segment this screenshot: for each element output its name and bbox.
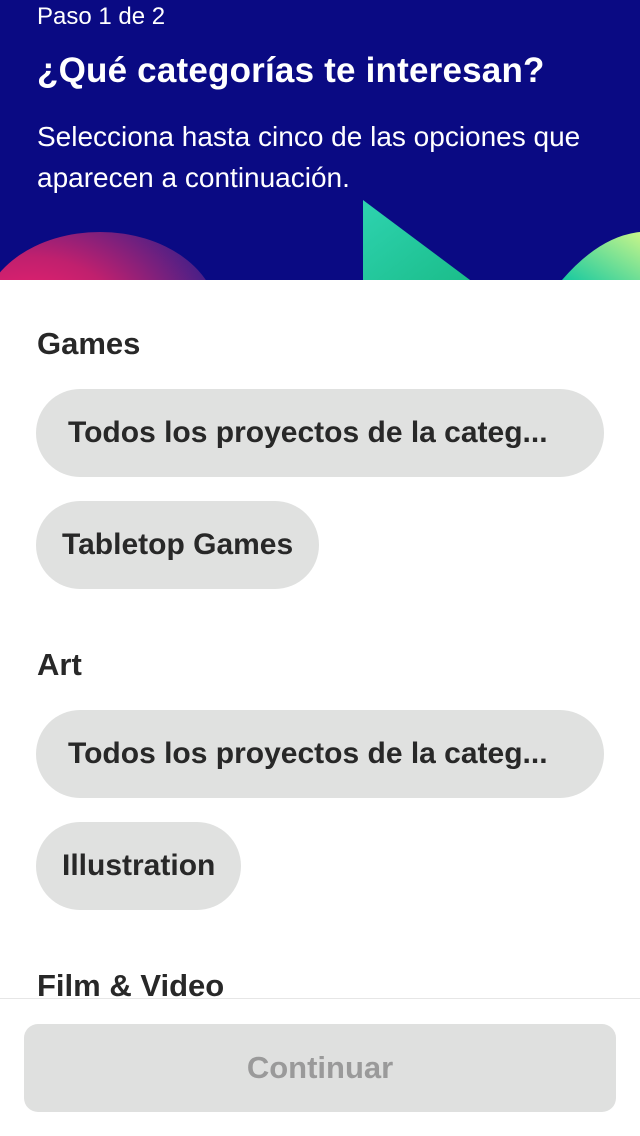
footer-bar: Continuar [0,998,640,1136]
chip-illustration[interactable]: Illustration [36,822,242,910]
page-title: ¿Qué categorías te interesan? [37,51,545,90]
section-heading-games: Games [37,326,141,361]
section-heading-film-video: Film & Video [37,968,225,998]
step-indicator: Paso 1 de 2 [37,3,166,30]
section-heading-art: Art [37,647,82,682]
header-banner: Paso 1 de 2 ¿Qué categorías te interesan… [0,0,640,280]
chip-art-all-projects[interactable]: Todos los proyectos de la categ... [36,710,604,798]
chip-tabletop-games[interactable]: Tabletop Games [36,501,320,589]
page-subtitle: Selecciona hasta cinco de las opciones q… [37,121,581,193]
continue-button[interactable]: Continuar [24,1024,616,1112]
category-list[interactable]: Games Todos los proyectos de la categ...… [0,280,640,998]
chip-games-all-projects[interactable]: Todos los proyectos de la categ... [36,389,604,477]
green-triangle-shape [363,200,470,280]
pink-blob-shape [0,232,206,280]
onboarding-screen: Paso 1 de 2 ¿Qué categorías te interesan… [0,0,640,1136]
lime-wave-shape [562,232,640,280]
